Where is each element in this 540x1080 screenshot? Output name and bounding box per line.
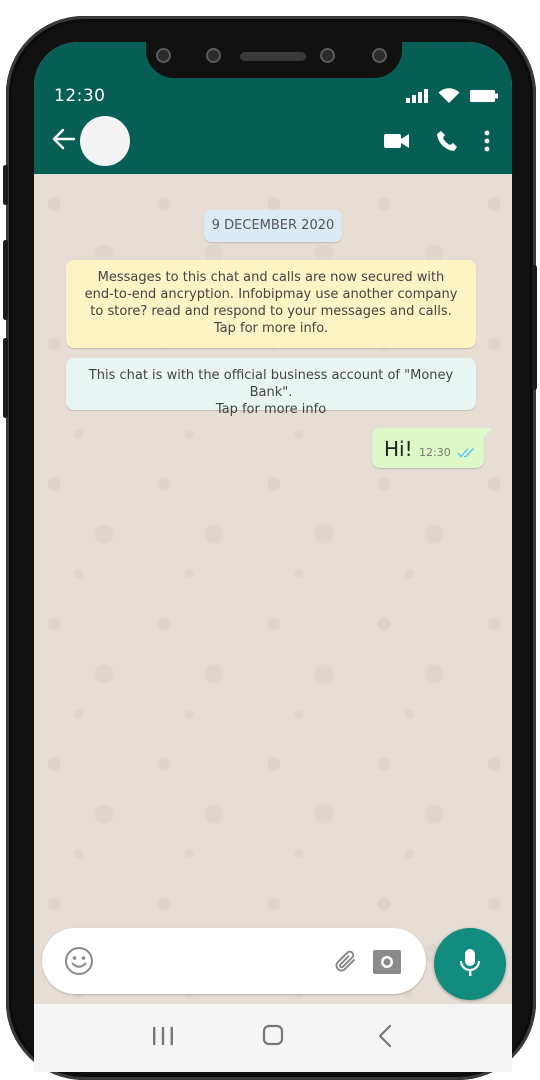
notice-line: end-to-end ancryption. Infobipmay use an… (84, 287, 458, 302)
home-icon[interactable] (262, 1024, 284, 1046)
battery-icon (470, 90, 498, 102)
more-vert-icon[interactable] (484, 130, 490, 152)
mic-button[interactable] (434, 928, 506, 1000)
mic-icon (458, 948, 482, 978)
status-bar: 12:30 (34, 42, 512, 111)
outgoing-message[interactable]: Hi! 12:30 (372, 428, 493, 468)
attach-icon[interactable] (332, 948, 360, 976)
notice-line: Tap for more info (215, 402, 327, 417)
camera-icon[interactable] (372, 947, 402, 975)
system-nav-bar (34, 1004, 512, 1072)
front-camera (156, 48, 171, 63)
recent-apps-icon[interactable] (152, 1026, 174, 1046)
emoji-icon[interactable] (64, 946, 94, 976)
header-actions (384, 130, 490, 152)
phone-screen: 12:30 9 DECEMBER 2020 Messages to this c… (34, 42, 512, 1072)
notice-line: Messages to this chat and calls are now … (97, 270, 445, 285)
phone-side-button (3, 165, 8, 205)
encryption-notice[interactable]: Messages to this chat and calls are now … (66, 260, 476, 348)
wifi-icon (438, 88, 460, 104)
front-camera (320, 48, 335, 63)
front-camera (206, 48, 221, 63)
status-icons (406, 88, 498, 104)
back-arrow-icon[interactable] (52, 128, 76, 150)
status-time: 12:30 (54, 86, 106, 106)
signal-icon (406, 89, 428, 103)
video-call-icon[interactable] (384, 132, 410, 150)
read-ticks-icon (457, 447, 475, 458)
front-camera (372, 48, 387, 63)
notice-line: This chat is with the official business … (88, 368, 454, 400)
message-input[interactable] (42, 928, 426, 994)
notice-line: Tap for more info. (213, 321, 329, 336)
phone-side-button (532, 265, 537, 390)
date-chip: 9 DECEMBER 2020 (204, 210, 342, 242)
voice-call-icon[interactable] (436, 130, 458, 152)
message-text: Hi! (384, 437, 413, 461)
business-notice[interactable]: This chat is with the official business … (66, 358, 476, 417)
message-time: 12:30 (419, 446, 451, 459)
camera-notch (146, 42, 402, 78)
avatar[interactable] (80, 116, 130, 166)
bubble-tail (483, 428, 493, 438)
back-icon[interactable] (378, 1024, 392, 1048)
notice-line: to store? read and respond to your messa… (90, 304, 452, 319)
chat-header (34, 110, 512, 174)
earpiece-speaker (240, 52, 306, 61)
phone-side-button (3, 338, 8, 418)
phone-side-button (3, 240, 8, 320)
